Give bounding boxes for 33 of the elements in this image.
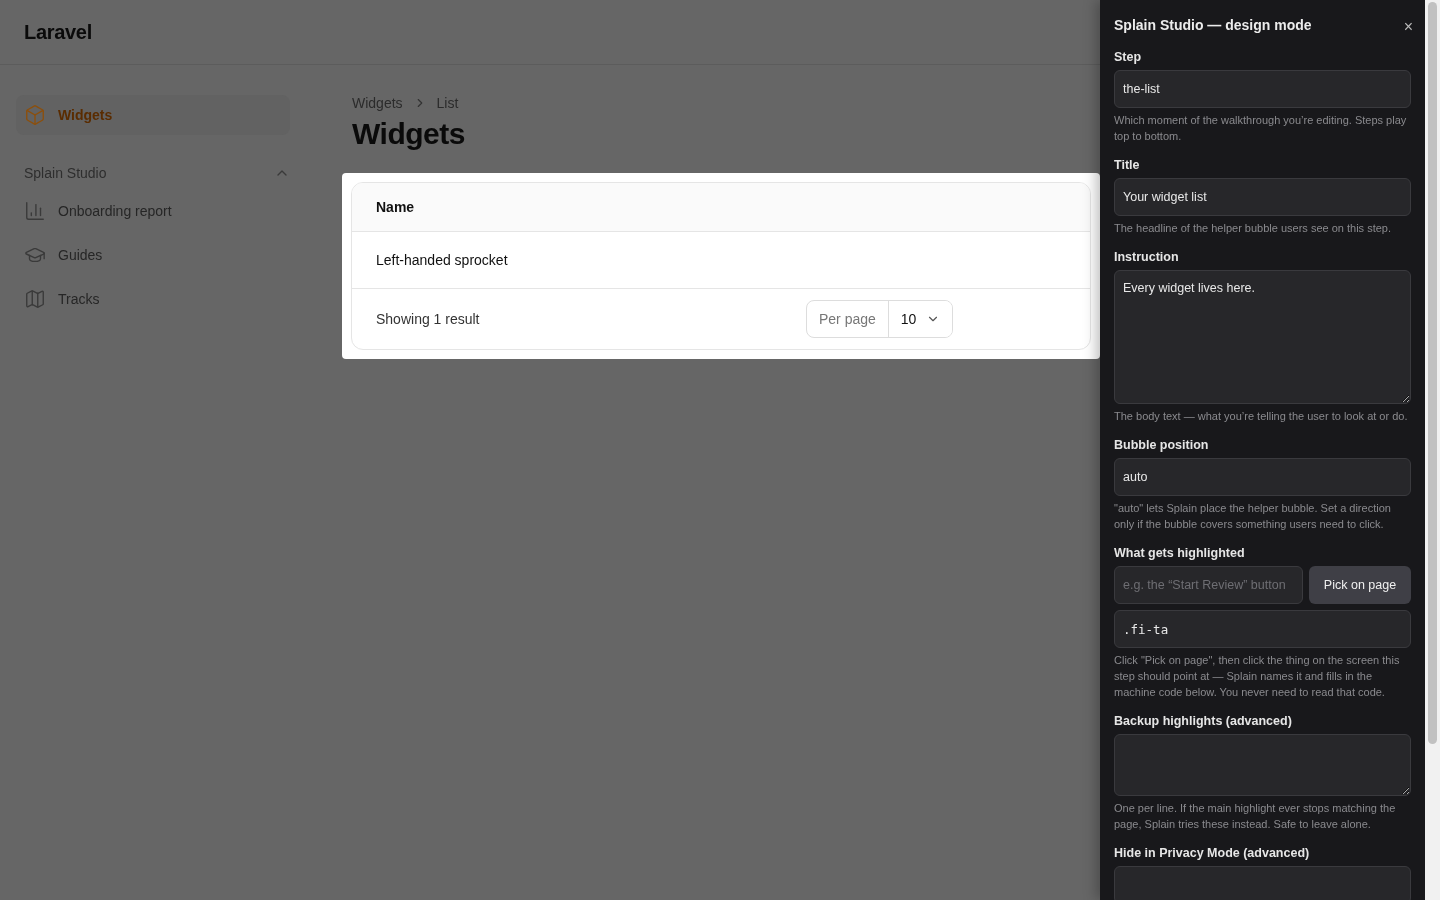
text-field[interactable]: e.g. the “Start Review” button (1114, 566, 1303, 604)
text-field[interactable]: auto (1114, 458, 1411, 496)
per-page-label: Per page (807, 301, 889, 337)
result-count: Showing 1 result (376, 311, 481, 327)
help-text: Click "Pick on page", then click the thing on the screen this step should point at — Splain names it and fills in the machine code below. You never need to read that code. (1114, 653, 1401, 700)
help-text: The body text — what you’re telling the user to look at or do. (1114, 409, 1409, 424)
field-label: Hide in Privacy Mode (advanced) (1114, 846, 1311, 860)
text-area[interactable]: Every widget lives here. (1114, 270, 1411, 404)
help-text: The headline of the helper bubble users see on this step. (1114, 221, 1393, 236)
page-title: Widgets (352, 117, 465, 151)
help-text: Which moment of the walkthrough you’re editing. Steps play top to bottom. (1114, 113, 1408, 144)
close-button[interactable]: × (1403, 18, 1413, 36)
text-field[interactable] (1114, 866, 1411, 900)
field-label: Step (1114, 50, 1143, 64)
field-label: What gets highlighted (1114, 546, 1246, 560)
text-area[interactable] (1114, 734, 1411, 796)
bar-chart-icon (24, 200, 46, 222)
pick-button[interactable]: Pick on page (1309, 566, 1411, 604)
map-icon (24, 288, 46, 310)
table-cell[interactable]: Left-handed sprocket (352, 232, 1090, 289)
cube-icon (24, 104, 46, 126)
text-field[interactable]: Your widget list (1114, 178, 1411, 216)
field-label: Bubble position (1114, 438, 1210, 452)
help-text: "auto" lets Splain place the helper bubble. Set a direction only if the bubble covers something users need to click. (1114, 501, 1392, 532)
column-header[interactable]: Name (352, 183, 1090, 232)
field-label: Instruction (1114, 250, 1180, 264)
code-field[interactable]: .fi-ta (1114, 610, 1411, 648)
field-label: Backup highlights (advanced) (1114, 714, 1293, 728)
field-label: Title (1114, 158, 1141, 172)
help-text: One per line. If the main highlight ever stops matching the page, Splain tries these instead. Safe to leave alone. (1114, 801, 1397, 832)
panel-title: Splain Studio — design mode (1114, 17, 1312, 33)
group-label: Splain Studio (24, 165, 107, 181)
text-field[interactable]: the-list (1114, 70, 1411, 108)
